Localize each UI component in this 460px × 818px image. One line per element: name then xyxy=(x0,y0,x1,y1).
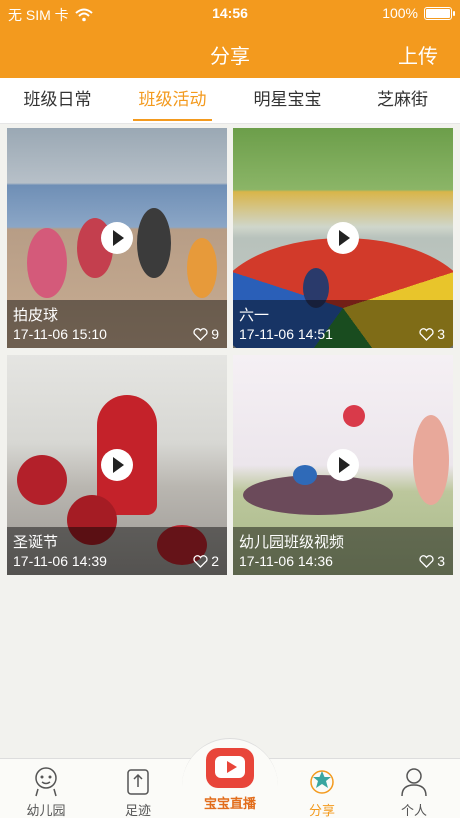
video-title: 圣诞节 xyxy=(13,534,59,551)
heart-icon xyxy=(419,327,434,341)
video-caption: 幼儿园班级视频 17-11-06 14:36 3 xyxy=(233,527,453,575)
video-date: 17-11-06 15:10 xyxy=(13,326,107,342)
like-count[interactable]: 2 xyxy=(193,553,219,569)
status-bar: 无 SIM 卡 14:56 100% xyxy=(0,0,460,26)
video-card[interactable]: 幼儿园班级视频 17-11-06 14:36 3 xyxy=(233,355,453,575)
live-label[interactable]: 宝宝直播 xyxy=(190,793,270,812)
play-icon[interactable] xyxy=(101,449,133,481)
battery-percent: 100% xyxy=(382,5,418,21)
tabbar-item-share[interactable]: 分享 xyxy=(276,759,368,818)
upload-button[interactable]: 上传 xyxy=(398,40,438,69)
play-icon[interactable] xyxy=(327,222,359,254)
tab-class-activity[interactable]: 班级活动 xyxy=(115,78,230,123)
tab-class-daily[interactable]: 班级日常 xyxy=(0,78,115,123)
play-icon[interactable] xyxy=(101,222,133,254)
tabbar-item-kindergarten[interactable]: 幼儿园 xyxy=(0,759,92,818)
nav-bar: 分享 上传 xyxy=(0,26,460,78)
kindergarten-icon xyxy=(35,767,57,797)
like-count[interactable]: 3 xyxy=(419,326,445,342)
video-card[interactable]: 六一 17-11-06 14:51 3 xyxy=(233,128,453,348)
like-number: 9 xyxy=(211,326,219,342)
tabbar-label: 个人 xyxy=(400,803,427,818)
share-icon xyxy=(310,770,334,794)
video-caption: 六一 17-11-06 14:51 3 xyxy=(233,300,453,348)
category-tabs: 班级日常 班级活动 明星宝宝 芝麻街 xyxy=(0,78,460,124)
video-date: 17-11-06 14:36 xyxy=(239,553,333,569)
battery-icon xyxy=(424,6,455,20)
tabbar-label: 足迹 xyxy=(124,803,151,818)
video-caption: 圣诞节 17-11-06 14:39 2 xyxy=(7,527,227,575)
tabbar-item-personal[interactable]: 个人 xyxy=(368,759,460,818)
like-number: 3 xyxy=(437,326,445,342)
tab-sesame-street[interactable]: 芝麻街 xyxy=(345,78,460,123)
video-caption: 拍皮球 17-11-06 15:10 9 xyxy=(7,300,227,348)
like-number: 3 xyxy=(437,553,445,569)
video-date: 17-11-06 14:51 xyxy=(239,326,333,342)
like-number: 2 xyxy=(211,553,219,569)
heart-icon xyxy=(193,554,208,568)
video-title: 六一 xyxy=(239,307,270,324)
page-title: 分享 xyxy=(210,46,250,68)
tabbar-label: 分享 xyxy=(308,803,335,818)
live-tv-icon[interactable] xyxy=(206,748,254,788)
footprint-icon xyxy=(127,769,149,795)
video-title: 幼儿园班级视频 xyxy=(239,534,345,551)
video-card[interactable]: 圣诞节 17-11-06 14:39 2 xyxy=(7,355,227,575)
like-count[interactable]: 9 xyxy=(193,326,219,342)
video-grid: 拍皮球 17-11-06 15:10 9 六一 17-11-06 14:51 3 xyxy=(7,128,453,575)
video-date: 17-11-06 14:39 xyxy=(13,553,107,569)
person-icon xyxy=(401,768,427,797)
status-right: 100% xyxy=(382,5,455,21)
like-count[interactable]: 3 xyxy=(419,553,445,569)
tabbar-item-footprint[interactable]: 足迹 xyxy=(92,759,184,818)
tabbar-label: 幼儿园 xyxy=(26,803,66,818)
video-title: 拍皮球 xyxy=(13,307,59,324)
video-card[interactable]: 拍皮球 17-11-06 15:10 9 xyxy=(7,128,227,348)
tab-star-baby[interactable]: 明星宝宝 xyxy=(230,78,345,123)
heart-icon xyxy=(419,554,434,568)
heart-icon xyxy=(193,327,208,341)
play-icon[interactable] xyxy=(327,449,359,481)
